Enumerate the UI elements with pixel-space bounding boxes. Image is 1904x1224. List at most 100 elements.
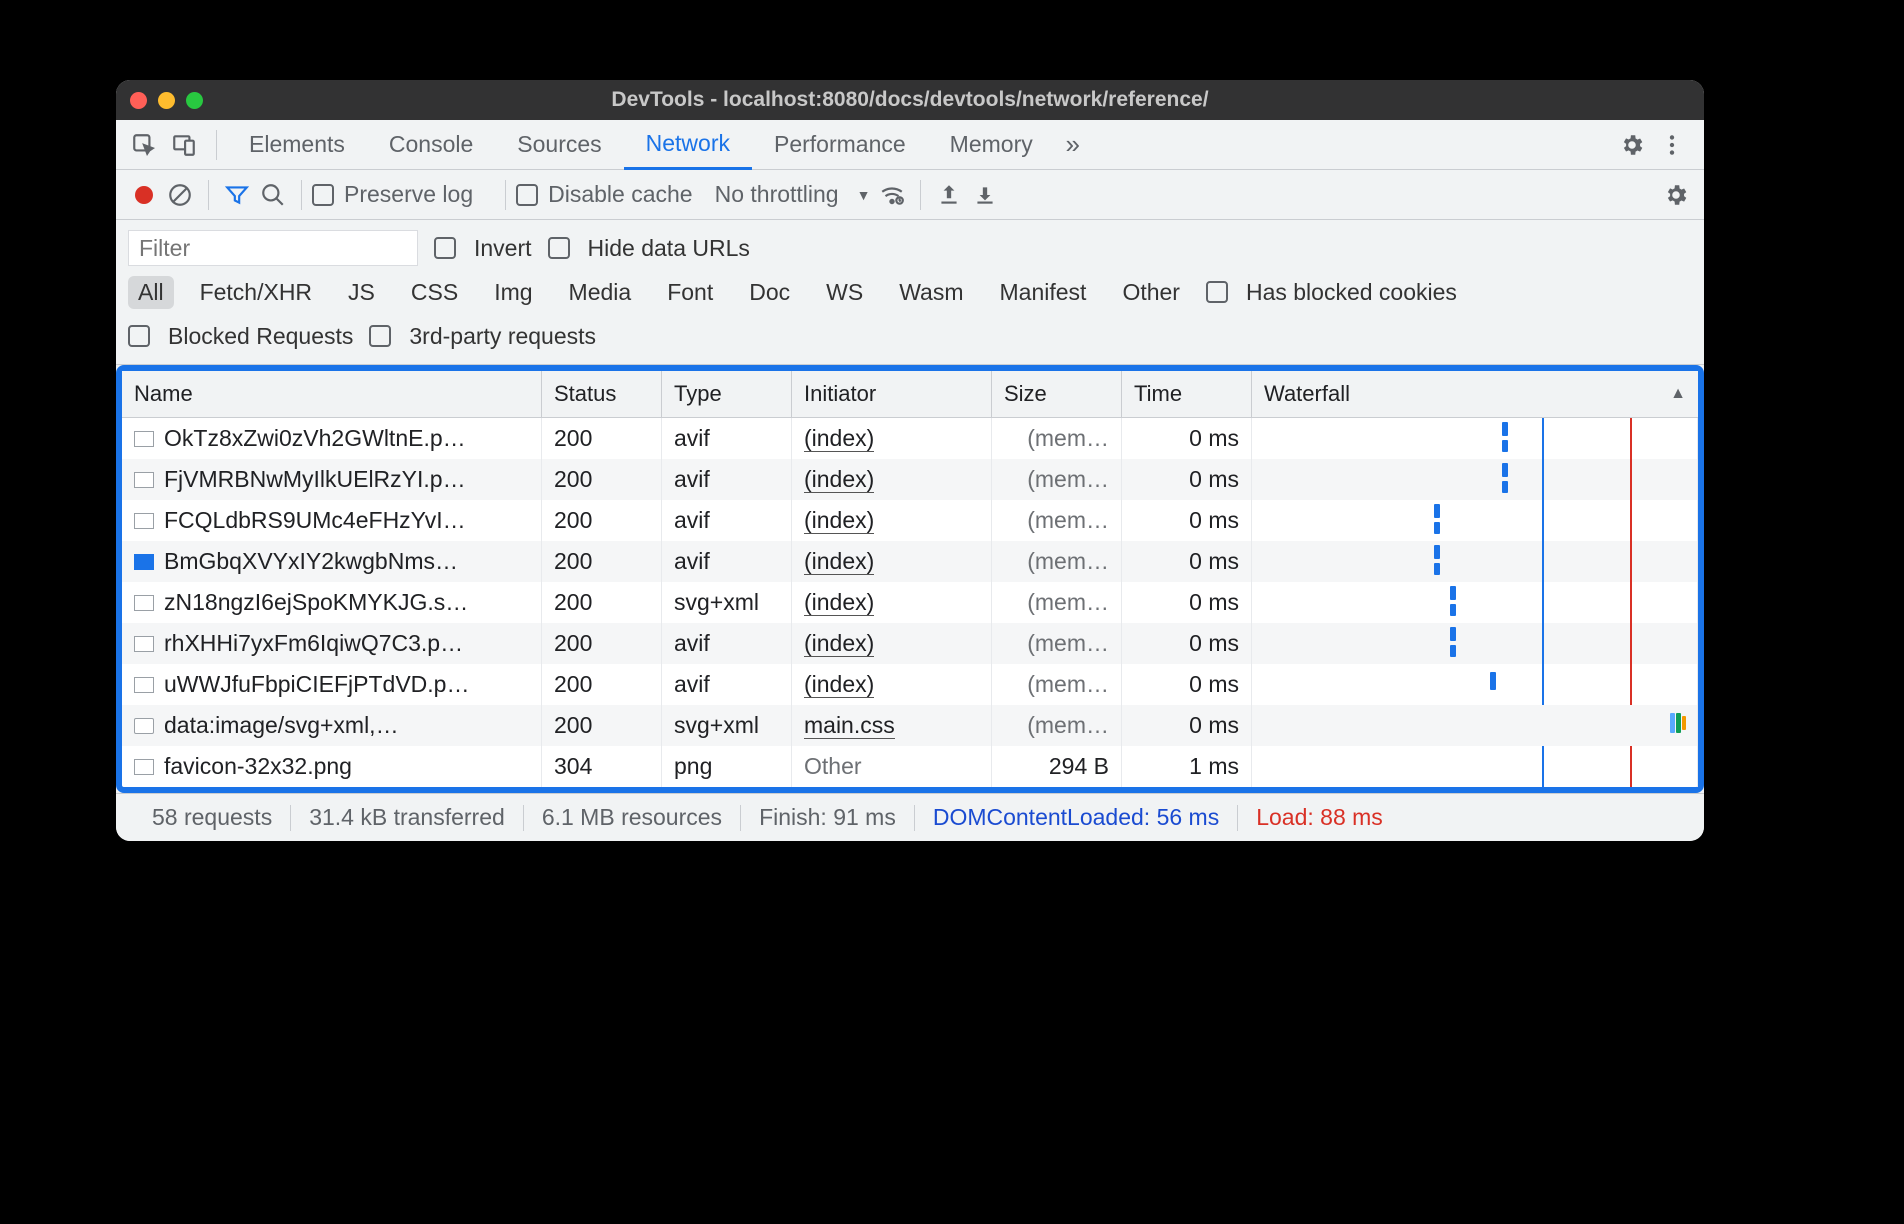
initiator-link[interactable]: main.css — [804, 712, 895, 739]
more-tabs-icon[interactable]: » — [1055, 127, 1091, 163]
column-initiator[interactable]: Initiator — [792, 371, 992, 417]
filter-type-doc[interactable]: Doc — [739, 276, 800, 309]
column-type[interactable]: Type — [662, 371, 792, 417]
file-type-icon — [134, 636, 154, 652]
request-waterfall — [1252, 418, 1698, 459]
filter-type-css[interactable]: CSS — [401, 276, 468, 309]
request-size: (mem… — [992, 664, 1122, 705]
table-row[interactable]: uWWJfuFbpiCIEFjPTdVD.p… 200 avif (index)… — [122, 664, 1698, 705]
network-settings-icon[interactable] — [1658, 177, 1694, 213]
kebab-menu-icon[interactable] — [1654, 127, 1690, 163]
filter-type-fetch-xhr[interactable]: Fetch/XHR — [190, 276, 322, 309]
initiator-link[interactable]: (index) — [804, 589, 874, 616]
file-type-icon — [134, 677, 154, 693]
filter-toggle-icon[interactable] — [219, 177, 255, 213]
status-finish: Finish: 91 ms — [741, 804, 914, 831]
filter-type-all[interactable]: All — [128, 276, 174, 309]
search-icon[interactable] — [255, 177, 291, 213]
status-resources: 6.1 MB resources — [524, 804, 740, 831]
tab-console[interactable]: Console — [367, 120, 495, 169]
request-status: 304 — [542, 746, 662, 787]
request-size: 294 B — [992, 746, 1122, 787]
initiator-link[interactable]: (index) — [804, 425, 874, 452]
table-row[interactable]: data:image/svg+xml,… 200 svg+xml main.cs… — [122, 705, 1698, 746]
network-conditions-icon[interactable] — [874, 177, 910, 213]
tab-elements[interactable]: Elements — [227, 120, 367, 169]
clear-button[interactable] — [162, 177, 198, 213]
table-row[interactable]: rhXHHi7yxFm6IqiwQ7C3.p… 200 avif (index)… — [122, 623, 1698, 664]
settings-icon[interactable] — [1614, 127, 1650, 163]
filter-type-manifest[interactable]: Manifest — [990, 276, 1097, 309]
request-time: 0 ms — [1122, 623, 1252, 664]
request-time: 0 ms — [1122, 582, 1252, 623]
request-time: 0 ms — [1122, 500, 1252, 541]
request-initiator: (index) — [792, 541, 992, 582]
request-size: (mem… — [992, 418, 1122, 459]
column-time[interactable]: Time — [1122, 371, 1252, 417]
record-button[interactable] — [126, 177, 162, 213]
filter-type-img[interactable]: Img — [484, 276, 542, 309]
file-type-icon — [134, 513, 154, 529]
status-requests: 58 requests — [134, 804, 290, 831]
disable-cache-checkbox[interactable] — [516, 184, 538, 206]
filter-input[interactable] — [128, 230, 418, 266]
filter-type-media[interactable]: Media — [559, 276, 642, 309]
preserve-log-label: Preserve log — [344, 181, 473, 208]
grid-header: Name Status Type Initiator Size Time Wat… — [122, 371, 1698, 418]
has-blocked-cookies-checkbox[interactable]: Has blocked cookies — [1206, 279, 1457, 306]
tab-performance[interactable]: Performance — [752, 120, 928, 169]
device-toggle-icon[interactable] — [166, 127, 202, 163]
initiator-link[interactable]: (index) — [804, 466, 874, 493]
initiator-link[interactable]: (index) — [804, 507, 874, 534]
window-minimize-button[interactable] — [158, 92, 175, 109]
blocked-requests-checkbox[interactable]: Blocked Requests — [128, 323, 353, 350]
filter-type-wasm[interactable]: Wasm — [889, 276, 973, 309]
network-request-grid: Name Status Type Initiator Size Time Wat… — [116, 365, 1704, 793]
request-status: 200 — [542, 500, 662, 541]
tab-memory[interactable]: Memory — [928, 120, 1055, 169]
table-row[interactable]: favicon-32x32.png 304 png Other 294 B 1 … — [122, 746, 1698, 787]
upload-har-icon[interactable] — [931, 177, 967, 213]
window-zoom-button[interactable] — [186, 92, 203, 109]
filter-type-other[interactable]: Other — [1112, 276, 1190, 309]
table-row[interactable]: FjVMRBNwMyIlkUElRzYI.p… 200 avif (index)… — [122, 459, 1698, 500]
filter-type-js[interactable]: JS — [338, 276, 385, 309]
request-size: (mem… — [992, 500, 1122, 541]
hide-data-urls-checkbox[interactable]: Hide data URLs — [548, 235, 750, 262]
inspect-element-icon[interactable] — [126, 127, 162, 163]
table-row[interactable]: zN18ngzI6ejSpoKMYKJG.s… 200 svg+xml (ind… — [122, 582, 1698, 623]
filter-type-font[interactable]: Font — [657, 276, 723, 309]
tab-network[interactable]: Network — [624, 121, 752, 170]
panel-tabbar: Elements Console Sources Network Perform… — [116, 120, 1704, 170]
request-waterfall — [1252, 664, 1698, 705]
table-row[interactable]: FCQLdbRS9UMc4eFHzYvI… 200 avif (index) (… — [122, 500, 1698, 541]
initiator-link[interactable]: (index) — [804, 630, 874, 657]
column-waterfall[interactable]: Waterfall▲ — [1252, 371, 1698, 417]
sort-asc-icon: ▲ — [1670, 385, 1686, 403]
window-close-button[interactable] — [130, 92, 147, 109]
column-name[interactable]: Name — [122, 371, 542, 417]
request-time: 0 ms — [1122, 541, 1252, 582]
initiator-link[interactable]: (index) — [804, 671, 874, 698]
request-type: avif — [662, 500, 792, 541]
table-row[interactable]: BmGbqXVYxIY2kwgbNms… 200 avif (index) (m… — [122, 541, 1698, 582]
filter-type-ws[interactable]: WS — [816, 276, 873, 309]
request-status: 200 — [542, 418, 662, 459]
invert-checkbox[interactable]: Invert — [434, 235, 532, 262]
request-time: 0 ms — [1122, 418, 1252, 459]
column-size[interactable]: Size — [992, 371, 1122, 417]
third-party-requests-checkbox[interactable]: 3rd-party requests — [369, 323, 596, 350]
request-size: (mem… — [992, 459, 1122, 500]
table-row[interactable]: OkTz8xZwi0zVh2GWltnE.p… 200 avif (index)… — [122, 418, 1698, 459]
disable-cache-label: Disable cache — [548, 181, 692, 208]
request-initiator: Other — [792, 746, 992, 787]
tab-sources[interactable]: Sources — [495, 120, 623, 169]
download-har-icon[interactable] — [967, 177, 1003, 213]
request-type: avif — [662, 664, 792, 705]
preserve-log-checkbox[interactable] — [312, 184, 334, 206]
initiator-link[interactable]: (index) — [804, 548, 874, 575]
column-status[interactable]: Status — [542, 371, 662, 417]
request-waterfall — [1252, 500, 1698, 541]
throttling-select[interactable]: No throttling ▼ — [715, 181, 871, 208]
request-waterfall — [1252, 746, 1698, 787]
